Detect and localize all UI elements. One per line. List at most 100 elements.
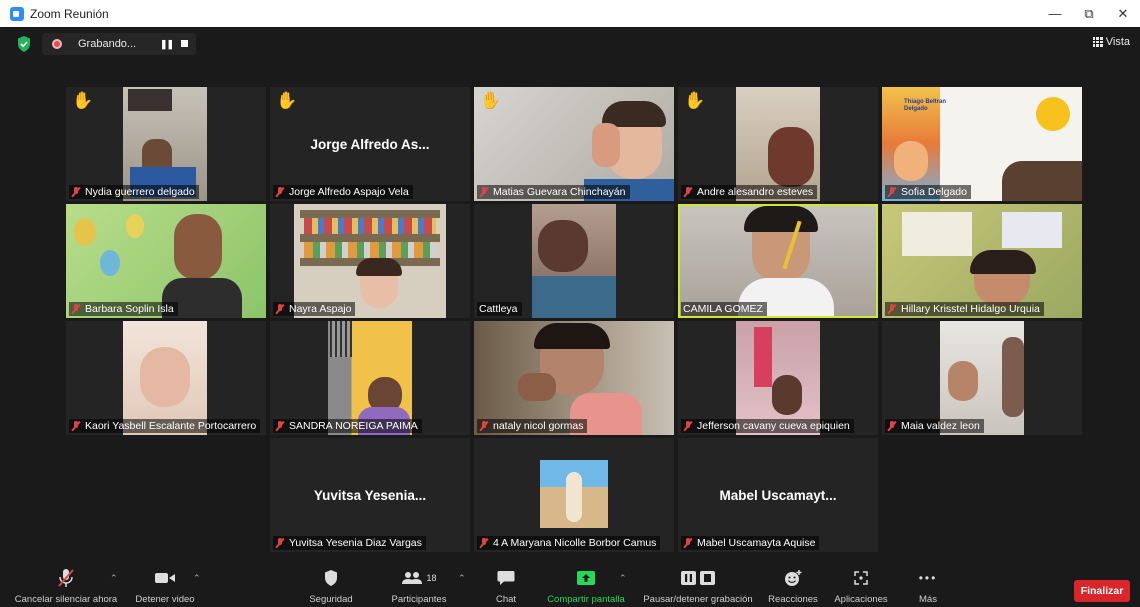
child-face	[948, 361, 978, 401]
participant-name: Nydia guerrero delgado	[69, 185, 199, 199]
muted-mic-icon	[683, 187, 693, 197]
muted-mic-icon	[71, 421, 81, 431]
recording-indicator: Grabando... ❚❚	[42, 33, 196, 55]
muted-mic-icon	[683, 421, 693, 431]
microphone-icon	[57, 566, 75, 590]
child-head	[772, 375, 802, 415]
pause-recording-icon[interactable]: ❚❚	[160, 39, 174, 50]
close-button[interactable]: ✕	[1106, 0, 1140, 27]
raised-hand-icon: ✋	[684, 91, 706, 110]
child-hair	[534, 323, 610, 349]
more-label: Más	[919, 594, 937, 605]
muted-mic-icon	[275, 421, 285, 431]
participant-name: Maia valdez leon	[885, 419, 984, 433]
reactions-label: Reacciones	[768, 594, 818, 605]
chevron-up-icon[interactable]: ⌃	[110, 573, 118, 584]
chevron-up-icon[interactable]: ⌃	[619, 573, 627, 584]
end-meeting-button[interactable]: Finalizar	[1074, 580, 1130, 602]
unmute-button[interactable]: Cancelar silenciar ahora	[12, 566, 120, 607]
blurred-face	[140, 347, 190, 407]
apps-label: Aplicaciones	[834, 594, 888, 605]
video-tile[interactable]: ✋ Nydia guerrero delgado	[66, 87, 266, 201]
shield-icon[interactable]	[17, 36, 31, 52]
more-button[interactable]: ••• Más	[908, 566, 948, 607]
video-tile[interactable]: Cattleya	[474, 204, 674, 318]
participant-name: SANDRA NOREIGA PAIMA	[273, 419, 422, 433]
person-side	[1002, 337, 1024, 417]
view-button[interactable]: Vista	[1092, 36, 1130, 48]
child-head	[1002, 161, 1082, 201]
person-face	[174, 214, 222, 280]
meeting-topbar: Grabando... ❚❚ Vista	[0, 27, 1140, 61]
video-tile[interactable]: Maia valdez leon	[882, 321, 1082, 435]
video-tile[interactable]: SANDRA NOREIGA PAIMA	[270, 321, 470, 435]
video-tile[interactable]: Kaori Yasbell Escalante Portocarrero	[66, 321, 266, 435]
child-shirt	[532, 276, 616, 318]
card-title: Thiago Beltran Delgado	[904, 99, 947, 113]
curtain	[754, 327, 772, 387]
chevron-up-icon[interactable]: ⌃	[458, 573, 466, 584]
participant-name: 4 A Maryana Nicolle Borbor Camus	[477, 536, 661, 550]
video-tile[interactable]: Nayra Aspajo	[270, 204, 470, 318]
balloon	[126, 214, 144, 238]
video-tile[interactable]: Thiago Beltran Delgado Sofia Delgado	[882, 87, 1082, 201]
video-tile[interactable]: Jefferson cavany cueva epiquien	[678, 321, 878, 435]
shelf	[300, 234, 440, 242]
participant-name: Yuvitsa Yesenia Diaz Vargas	[273, 536, 426, 550]
muted-mic-icon	[71, 304, 81, 314]
video-tile[interactable]: ✋ Jorge Alfredo As... Jorge Alfredo Aspa…	[270, 87, 470, 201]
child-hand	[592, 123, 620, 167]
wall-poster	[1002, 212, 1062, 248]
stop-video-button[interactable]: Detener video	[130, 566, 200, 607]
grid-icon	[1092, 37, 1103, 47]
video-tile[interactable]: ✋ Andre alesandro esteves	[678, 87, 878, 201]
shelf	[300, 210, 440, 218]
participants-label: Participantes	[391, 594, 447, 605]
apps-button[interactable]: Aplicaciones	[828, 566, 894, 607]
share-screen-icon	[576, 566, 596, 590]
share-screen-button[interactable]: Compartir pantalla	[542, 566, 630, 607]
muted-mic-icon	[275, 538, 285, 548]
unmute-label: Cancelar silenciar ahora	[14, 594, 118, 605]
participant-display-name: Yuvitsa Yesenia...	[313, 488, 427, 503]
participants-button[interactable]: 18 Participantes	[382, 566, 456, 607]
video-tile[interactable]: nataly nicol gormas	[474, 321, 674, 435]
products	[304, 242, 436, 258]
zoom-app-icon	[10, 6, 24, 21]
chat-button[interactable]: Chat	[484, 566, 528, 607]
chat-icon	[497, 566, 515, 590]
video-tile[interactable]: Barbara Soplin Isla	[66, 204, 266, 318]
stop-recording-icon[interactable]	[181, 40, 188, 47]
security-label: Seguridad	[309, 594, 353, 605]
video-tile-active-speaker[interactable]: CAMILA GOMEZ	[678, 204, 878, 318]
participants-count: 18	[426, 573, 437, 583]
reaction-icon	[784, 566, 802, 590]
video-tile[interactable]: Hillary Krisstel Hidalgo Urquia	[882, 204, 1082, 318]
muted-mic-icon	[887, 187, 897, 197]
video-tile[interactable]: ✋ Matias Guevara Chinchayán	[474, 87, 674, 201]
muted-mic-icon	[275, 187, 285, 197]
participant-name: Andre alesandro esteves	[681, 185, 818, 199]
video-tile[interactable]: 4 A Maryana Nicolle Borbor Camus	[474, 438, 674, 552]
chevron-up-icon[interactable]: ⌃	[193, 573, 201, 584]
participant-name: Jorge Alfredo Aspajo Vela	[273, 185, 413, 199]
record-icon	[52, 39, 62, 49]
pause-stop-recording-button[interactable]: Pausar/detener grabación	[640, 566, 756, 607]
child-hair	[356, 258, 402, 276]
participant-name: Hillary Krisstel Hidalgo Urquia	[885, 302, 1044, 316]
minimize-button[interactable]: —	[1038, 0, 1072, 27]
video-tile[interactable]: Mabel Uscamayt... Mabel Uscamayta Aquise	[678, 438, 878, 552]
maximize-button[interactable]: ⧉	[1072, 0, 1106, 27]
security-button[interactable]: Seguridad	[300, 566, 362, 607]
muted-mic-icon	[887, 421, 897, 431]
participant-name: Kaori Yasbell Escalante Portocarrero	[69, 419, 261, 433]
reactions-button[interactable]: Reacciones	[764, 566, 822, 607]
participant-display-name: Mabel Uscamayt...	[719, 488, 837, 503]
participant-name: Sofia Delgado	[885, 185, 971, 199]
video-tile[interactable]: Yuvitsa Yesenia... Yuvitsa Yesenia Diaz …	[270, 438, 470, 552]
participant-name: nataly nicol gormas	[477, 419, 588, 433]
meeting-area: Grabando... ❚❚ Vista ✋ Nydia guerrero de…	[0, 27, 1140, 607]
participant-name: Matias Guevara Chinchayán	[477, 185, 630, 199]
child-head	[538, 220, 588, 272]
raised-hand-icon: ✋	[480, 91, 502, 110]
